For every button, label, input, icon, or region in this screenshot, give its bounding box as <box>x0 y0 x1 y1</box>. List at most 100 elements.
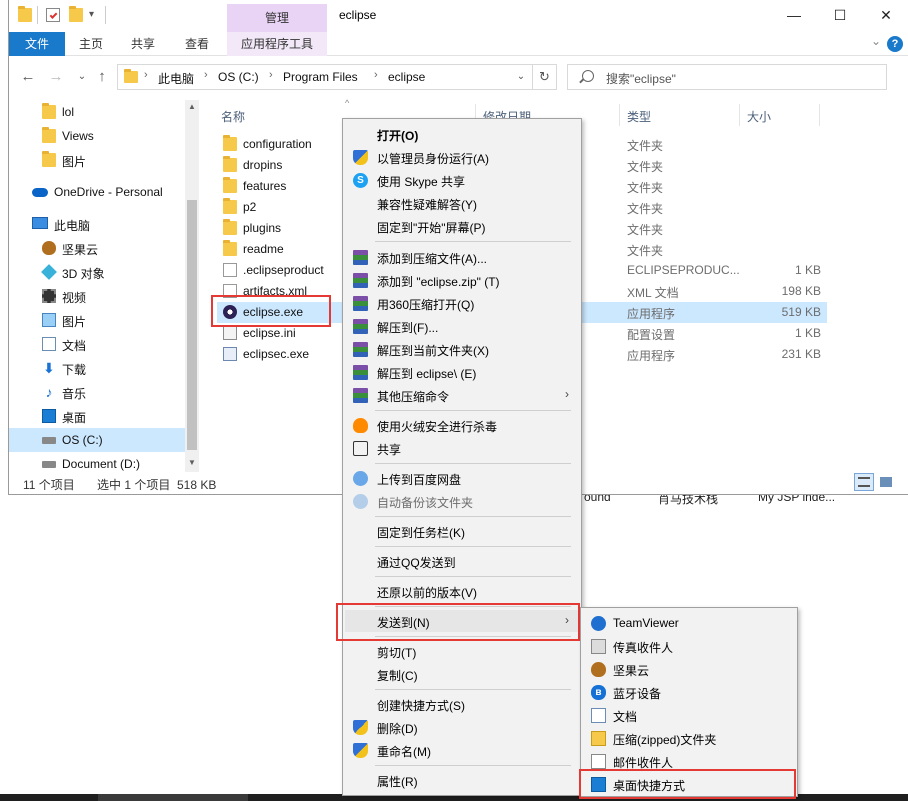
chevron-down-icon[interactable]: ⌄ <box>871 34 881 48</box>
separator <box>105 6 106 24</box>
send-to-nutstore[interactable]: 坚果云 <box>583 658 795 680</box>
file-name: eclipse.ini <box>243 326 296 340</box>
nav-item-downloads[interactable]: ⬇ 下载 <box>9 356 185 380</box>
menu-item-run-as-admin[interactable]: 以管理员身份运行(A) <box>345 146 579 168</box>
nav-item-views[interactable]: Views <box>9 124 185 148</box>
nav-item-desktop[interactable]: 桌面 <box>9 404 185 428</box>
chevron-right-icon[interactable]: › <box>144 69 148 81</box>
column-divider[interactable] <box>819 104 820 126</box>
menu-item-delete[interactable]: 删除(D) <box>345 716 579 738</box>
menu-item-open[interactable]: 打开(O) <box>345 123 579 145</box>
send-to-fax[interactable]: 传真收件人 <box>583 635 795 657</box>
menu-item-label: 用360压缩打开(Q) <box>377 298 475 312</box>
details-view-icon[interactable] <box>854 473 874 491</box>
maximize-button[interactable]: ☐ <box>817 0 863 32</box>
chevron-down-icon[interactable]: ▾ <box>89 9 94 20</box>
nav-item-os-c[interactable]: OS (C:) <box>9 428 185 452</box>
nav-item-music[interactable]: ♪ 音乐 <box>9 380 185 404</box>
nav-item-3d-objects[interactable]: 3D 对象 <box>9 260 185 284</box>
nav-item-pictures[interactable]: 图片 <box>9 308 185 332</box>
menu-item-add-zip[interactable]: 添加到 "eclipse.zip" (T) <box>345 269 579 291</box>
nav-item-documents[interactable]: 文档 <box>9 332 185 356</box>
menu-item-add-archive[interactable]: 添加到压缩文件(A)... <box>345 246 579 268</box>
nav-item-videos[interactable]: 视频 <box>9 284 185 308</box>
menu-item-rename[interactable]: 重命名(M) <box>345 739 579 761</box>
chevron-right-icon[interactable]: › <box>269 69 273 81</box>
menu-item-create-shortcut[interactable]: 创建快捷方式(S) <box>345 693 579 715</box>
breadcrumb-eclipse[interactable]: eclipse <box>388 70 425 84</box>
forward-button[interactable]: → <box>45 66 67 88</box>
close-button[interactable]: ✕ <box>863 0 908 32</box>
nav-item-pictures-folder[interactable]: 图片 <box>9 148 185 172</box>
menu-item-skype-share[interactable]: S 使用 Skype 共享 <box>345 169 579 191</box>
new-folder-icon[interactable] <box>69 6 83 22</box>
tab-app-tools[interactable]: 应用程序工具 <box>227 32 327 56</box>
menu-item-pin-taskbar[interactable]: 固定到任务栏(K) <box>345 520 579 542</box>
send-to-teamviewer[interactable]: TeamViewer <box>583 612 795 634</box>
back-button[interactable]: ← <box>17 66 39 88</box>
breadcrumb-this-pc[interactable]: 此电脑 <box>158 70 194 87</box>
address-bar[interactable]: › 此电脑 › OS (C:) › Program Files › eclips… <box>117 64 557 90</box>
recent-locations-button[interactable]: ⌄ <box>71 66 93 88</box>
nav-item-label: 下载 <box>62 363 87 377</box>
nav-item-this-pc[interactable]: 此电脑 <box>9 212 185 236</box>
menu-item-copy[interactable]: 复制(C) <box>345 663 579 685</box>
column-divider[interactable] <box>739 104 740 126</box>
send-to-documents[interactable]: 文档 <box>583 704 795 726</box>
properties-icon[interactable] <box>46 8 60 22</box>
tab-home[interactable]: 主页 <box>79 32 103 56</box>
scroll-down-icon[interactable]: ▼ <box>185 458 199 467</box>
nav-item-nutstore[interactable]: 坚果云 <box>9 236 185 260</box>
manage-tab[interactable]: 管理 <box>227 4 327 32</box>
help-icon[interactable]: ? <box>887 36 903 52</box>
title-bar[interactable]: ▾ 管理 eclipse — ☐ ✕ <box>9 0 908 32</box>
chevron-right-icon[interactable]: › <box>374 69 378 81</box>
nav-item-lol[interactable]: lol <box>9 100 185 124</box>
breadcrumb-os-c[interactable]: OS (C:) <box>218 70 259 84</box>
nav-item-label: Views <box>62 129 94 143</box>
column-divider[interactable] <box>619 104 620 126</box>
scrollbar-thumb[interactable] <box>187 200 197 450</box>
menu-item-restore-versions[interactable]: 还原以前的版本(V) <box>345 580 579 602</box>
search-box[interactable]: 搜索"eclipse" <box>567 64 887 90</box>
menu-item-extract-to[interactable]: 解压到(F)... <box>345 315 579 337</box>
nav-item-onedrive[interactable]: OneDrive - Personal <box>9 180 185 204</box>
refresh-icon[interactable]: ↻ <box>532 65 556 89</box>
chevron-right-icon[interactable]: › <box>204 69 208 81</box>
column-header-name[interactable]: 名称 <box>221 108 245 125</box>
menu-item-baidu-upload[interactable]: 上传到百度网盘 <box>345 467 579 489</box>
scroll-up-icon[interactable]: ▲ <box>185 102 199 111</box>
mail-icon <box>591 754 606 769</box>
minimize-button[interactable]: — <box>771 0 817 32</box>
send-to-zip-folder[interactable]: 压缩(zipped)文件夹 <box>583 727 795 749</box>
menu-item-cut[interactable]: 剪切(T) <box>345 640 579 662</box>
menu-item-huorong[interactable]: 使用火绒安全进行杀毒 <box>345 414 579 436</box>
tab-file[interactable]: 文件 <box>9 32 65 56</box>
menu-item-extract-here[interactable]: 解压到当前文件夹(X) <box>345 338 579 360</box>
menu-item-more-zip[interactable]: 其他压缩命令 › <box>345 384 579 406</box>
column-header-type[interactable]: 类型 <box>627 108 651 125</box>
nav-item-label: 3D 对象 <box>62 267 105 281</box>
tab-view[interactable]: 查看 <box>185 32 209 56</box>
menu-item-share[interactable]: 共享 <box>345 437 579 459</box>
menu-item-properties[interactable]: 属性(R) <box>345 769 579 791</box>
tab-share[interactable]: 共享 <box>131 32 155 56</box>
nav-scrollbar[interactable]: ▲ ▼ <box>185 100 199 472</box>
breadcrumb-program-files[interactable]: Program Files <box>283 70 358 84</box>
menu-item-troubleshoot[interactable]: 兼容性疑难解答(Y) <box>345 192 579 214</box>
onedrive-icon <box>32 188 48 197</box>
menu-item-baidu-backup[interactable]: 自动备份该文件夹 <box>345 490 579 512</box>
menu-item-qq-send[interactable]: 通过QQ发送到 <box>345 550 579 572</box>
search-input[interactable]: 搜索"eclipse" <box>606 70 676 87</box>
menu-item-pin-start[interactable]: 固定到"开始"屏幕(P) <box>345 215 579 237</box>
chevron-down-icon[interactable]: ⌄ <box>510 65 532 89</box>
large-icons-view-icon[interactable] <box>876 473 896 491</box>
column-header-size[interactable]: 大小 <box>747 108 771 125</box>
file-type: XML 文档 <box>627 286 679 300</box>
menu-item-extract-folder[interactable]: 解压到 eclipse\ (E) <box>345 361 579 383</box>
taskbar-item[interactable] <box>98 794 248 801</box>
send-to-bluetooth[interactable]: ʙ 蓝牙设备 <box>583 681 795 703</box>
menu-item-label: 解压到(F)... <box>377 321 439 335</box>
up-button[interactable]: ↑ <box>91 66 113 88</box>
menu-item-open-360[interactable]: 用360压缩打开(Q) <box>345 292 579 314</box>
